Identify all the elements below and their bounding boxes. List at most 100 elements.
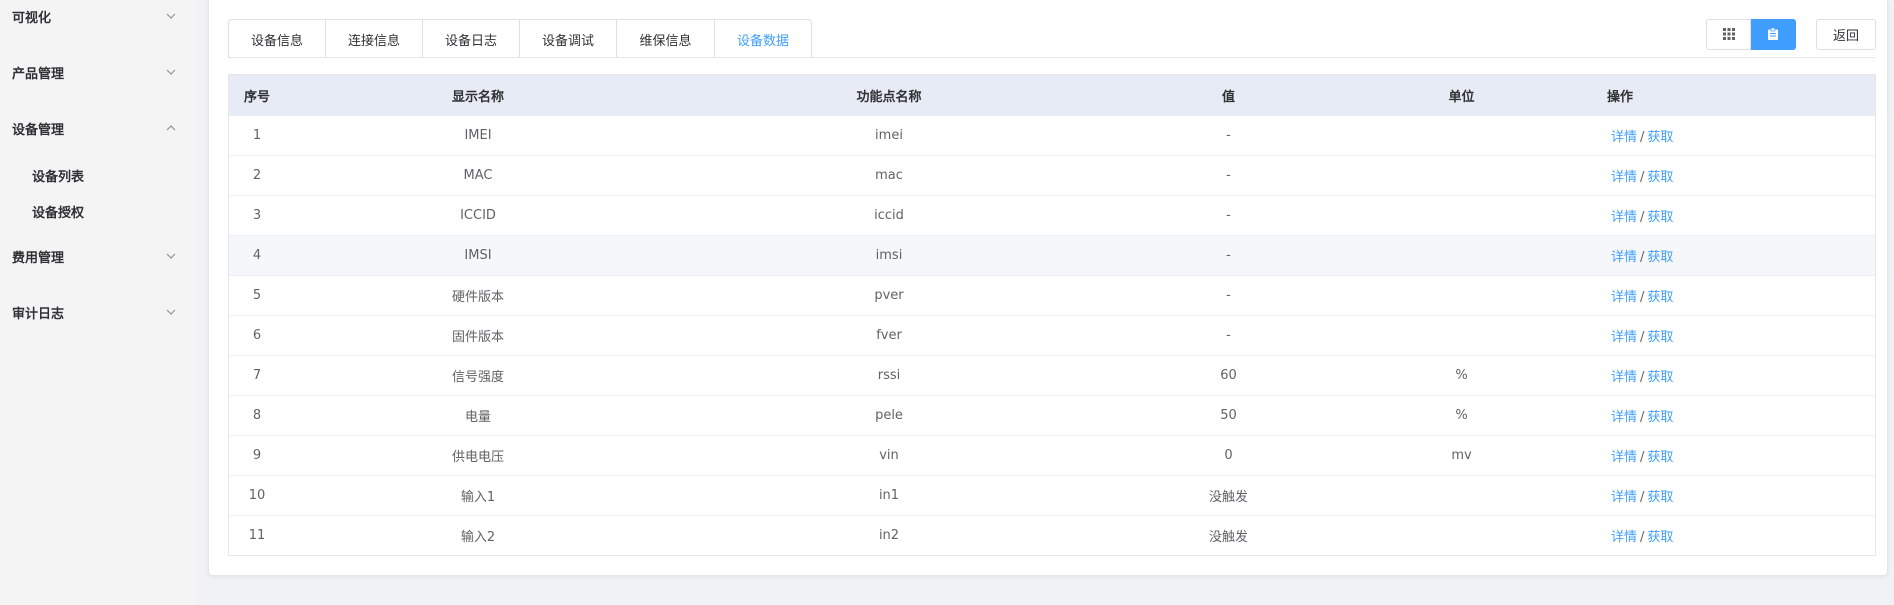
tab-device-info[interactable]: 设备信息 bbox=[229, 20, 326, 58]
chevron-down-icon bbox=[166, 11, 176, 21]
view-toggle bbox=[1706, 19, 1796, 50]
fetch-link[interactable]: 获取 bbox=[1647, 290, 1673, 305]
cell-index: 8 bbox=[252, 408, 262, 423]
cell-display-name: 供电电压 bbox=[451, 450, 504, 465]
cell-function-name: fver bbox=[876, 328, 902, 343]
cell-function-name: in1 bbox=[878, 488, 900, 503]
cell-function-name: in2 bbox=[878, 528, 900, 543]
cell-actions: 详情 / 获取 bbox=[1573, 206, 1873, 225]
fetch-link[interactable]: 获取 bbox=[1647, 250, 1673, 265]
chevron-down-icon bbox=[166, 251, 176, 261]
cell-value: - bbox=[1226, 248, 1231, 263]
action-separator: / bbox=[1640, 450, 1645, 465]
cell-actions: 详情 / 获取 bbox=[1573, 486, 1873, 505]
cell-display-name: 固件版本 bbox=[451, 330, 504, 345]
fetch-link[interactable]: 获取 bbox=[1647, 170, 1673, 185]
cell-unit: % bbox=[1455, 368, 1468, 383]
cell-index: 1 bbox=[252, 128, 262, 143]
sidebar-item-billing-management[interactable]: 费用管理 bbox=[0, 236, 198, 276]
table-row: 10 输入1 in1 没触发 详情 / 获取 bbox=[229, 475, 1875, 515]
action-separator: / bbox=[1640, 490, 1645, 505]
cell-unit: % bbox=[1455, 408, 1468, 423]
sidebar-item-visualization[interactable]: 可视化 bbox=[0, 0, 198, 36]
grid-view-button[interactable] bbox=[1706, 19, 1751, 50]
header-unit: 单位 bbox=[1448, 89, 1475, 105]
tab-device-debug[interactable]: 设备调试 bbox=[520, 20, 617, 58]
action-separator: / bbox=[1640, 370, 1645, 385]
cell-display-name: IMEI bbox=[464, 128, 492, 143]
cell-unit: mv bbox=[1451, 448, 1472, 463]
cell-function-name: vin bbox=[879, 448, 899, 463]
sidebar-item-audit-log[interactable]: 审计日志 bbox=[0, 292, 198, 332]
table-row: 5 硬件版本 pver - 详情 / 获取 bbox=[229, 275, 1875, 315]
fetch-link[interactable]: 获取 bbox=[1647, 530, 1673, 545]
grid-icon bbox=[1722, 25, 1735, 44]
cell-actions: 详情 / 获取 bbox=[1573, 526, 1873, 545]
cell-display-name: 输入2 bbox=[460, 530, 496, 545]
table-row: 9 供电电压 vin 0 mv 详情 / 获取 bbox=[229, 435, 1875, 475]
detail-link[interactable]: 详情 bbox=[1611, 370, 1637, 385]
device-data-table: 序号 显示名称 功能点名称 值 单位 操作 1 IMEI imei - 详情 / 获取 2 MA… bbox=[228, 74, 1876, 556]
sidebar-item-device-authorization[interactable]: 设备授权 bbox=[32, 202, 84, 221]
table-body: 1 IMEI imei - 详情 / 获取 2 MAC mac - 详情 / 获取 3 ICCID iccid -… bbox=[229, 115, 1875, 555]
detail-link[interactable]: 详情 bbox=[1611, 410, 1637, 425]
sidebar-item-device-list[interactable]: 设备列表 bbox=[32, 166, 84, 185]
cell-actions: 详情 / 获取 bbox=[1573, 286, 1873, 305]
cell-index: 11 bbox=[248, 528, 266, 543]
cell-index: 7 bbox=[252, 368, 262, 383]
tab-device-data[interactable]: 设备数据 bbox=[715, 20, 811, 58]
detail-link[interactable]: 详情 bbox=[1611, 330, 1637, 345]
table-row: 8 电量 pele 50% 详情 / 获取 bbox=[229, 395, 1875, 435]
detail-link[interactable]: 详情 bbox=[1611, 170, 1637, 185]
cell-display-name: MAC bbox=[463, 168, 493, 183]
fetch-link[interactable]: 获取 bbox=[1647, 410, 1673, 425]
detail-link[interactable]: 详情 bbox=[1611, 130, 1637, 145]
detail-link[interactable]: 详情 bbox=[1611, 450, 1637, 465]
detail-link[interactable]: 详情 bbox=[1611, 290, 1637, 305]
tab-device-log[interactable]: 设备日志 bbox=[423, 20, 520, 58]
action-separator: / bbox=[1640, 250, 1645, 265]
tab-maintenance-info[interactable]: 维保信息 bbox=[617, 20, 715, 58]
fetch-link[interactable]: 获取 bbox=[1647, 330, 1673, 345]
card-view-button[interactable] bbox=[1751, 19, 1796, 50]
tab-connection-info[interactable]: 连接信息 bbox=[326, 20, 423, 58]
cell-actions: 详情 / 获取 bbox=[1573, 166, 1873, 185]
cell-value: - bbox=[1226, 328, 1231, 343]
clipboard-icon bbox=[1768, 25, 1778, 44]
sidebar-item-label: 审计日志 bbox=[12, 306, 65, 322]
back-button[interactable]: 返回 bbox=[1816, 19, 1876, 50]
cell-index: 10 bbox=[248, 488, 266, 503]
action-separator: / bbox=[1640, 330, 1645, 345]
cell-display-name: IMSI bbox=[464, 248, 492, 263]
fetch-link[interactable]: 获取 bbox=[1647, 130, 1673, 145]
cell-actions: 详情 / 获取 bbox=[1573, 326, 1873, 345]
cell-display-name: 信号强度 bbox=[451, 370, 504, 385]
fetch-link[interactable]: 获取 bbox=[1647, 210, 1673, 225]
cell-actions: 详情 / 获取 bbox=[1573, 126, 1873, 145]
cell-display-name: ICCID bbox=[460, 208, 496, 223]
detail-link[interactable]: 详情 bbox=[1611, 250, 1637, 265]
sidebar-item-product-management[interactable]: 产品管理 bbox=[0, 52, 198, 92]
action-separator: / bbox=[1640, 210, 1645, 225]
cell-function-name: imsi bbox=[875, 248, 903, 263]
fetch-link[interactable]: 获取 bbox=[1647, 490, 1673, 505]
cell-actions: 详情 / 获取 bbox=[1573, 246, 1873, 265]
cell-function-name: pele bbox=[875, 408, 903, 423]
action-separator: / bbox=[1640, 290, 1645, 305]
detail-link[interactable]: 详情 bbox=[1611, 490, 1637, 505]
cell-value: 60 bbox=[1220, 368, 1237, 383]
sidebar-item-device-management[interactable]: 设备管理 bbox=[0, 108, 198, 148]
action-separator: / bbox=[1640, 170, 1645, 185]
header-value: 值 bbox=[1221, 89, 1235, 105]
cell-index: 9 bbox=[252, 448, 262, 463]
detail-link[interactable]: 详情 bbox=[1611, 210, 1637, 225]
fetch-link[interactable]: 获取 bbox=[1647, 370, 1673, 385]
cell-value: - bbox=[1226, 168, 1231, 183]
detail-link[interactable]: 详情 bbox=[1611, 530, 1637, 545]
cell-index: 5 bbox=[252, 288, 262, 303]
action-separator: / bbox=[1640, 410, 1645, 425]
cell-function-name: mac bbox=[875, 168, 903, 183]
cell-actions: 详情 / 获取 bbox=[1573, 406, 1873, 425]
fetch-link[interactable]: 获取 bbox=[1647, 450, 1673, 465]
sidebar: 可视化 产品管理 设备管理 设备列表 设备授权 费用管理 审计日志 bbox=[0, 0, 198, 605]
